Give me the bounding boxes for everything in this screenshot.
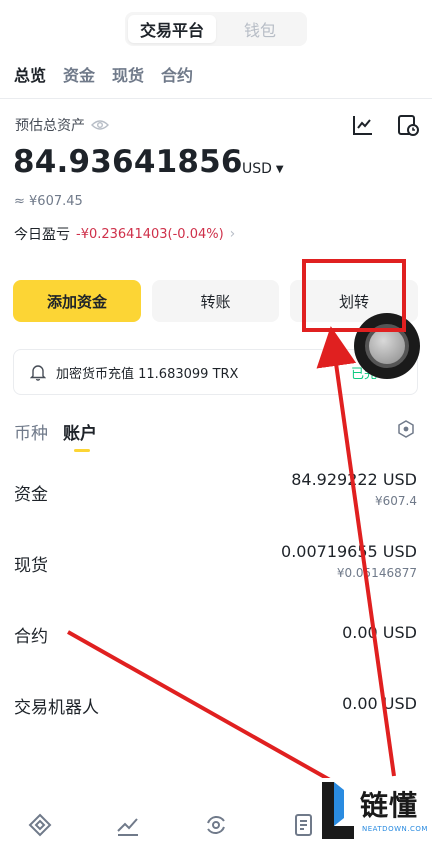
subnav-overview[interactable]: 总览 bbox=[14, 62, 46, 86]
estimated-balance-label: 预估总资产 bbox=[15, 115, 109, 135]
home-diamond-icon[interactable] bbox=[27, 812, 53, 838]
account-row-funding[interactable]: 资金 84.929222 USD ¥607.4 bbox=[0, 470, 432, 520]
tab-coins[interactable]: 币种 bbox=[14, 419, 48, 444]
bell-icon bbox=[30, 364, 46, 381]
asset-tabs: 币种 账户 bbox=[14, 419, 97, 452]
highlight-box bbox=[302, 259, 406, 332]
estimated-label-text: 预估总资产 bbox=[15, 118, 85, 134]
account-sub: ¥607.4 bbox=[375, 494, 417, 508]
account-amount: 0.00719655 USD bbox=[281, 542, 417, 561]
tab-trading-platform[interactable]: 交易平台 bbox=[128, 15, 216, 43]
account-amount: 84.929222 USD bbox=[291, 470, 417, 489]
today-pnl[interactable]: 今日盈亏 -¥0.23641403(-0.04%) › bbox=[14, 224, 235, 244]
watermark-sub: NEATDOWN.COM bbox=[362, 825, 428, 833]
subnav-funding[interactable]: 资金 bbox=[63, 62, 95, 86]
account-name: 现货 bbox=[14, 556, 48, 576]
wallet-subnav: 总览 资金 现货 合约 bbox=[14, 62, 193, 86]
currency-label: USD bbox=[242, 161, 272, 177]
account-amount: 0.00 USD bbox=[342, 623, 417, 642]
account-row-spot[interactable]: 现货 0.00719655 USD ¥0.05146877 bbox=[0, 542, 432, 592]
chevron-right-icon: › bbox=[229, 226, 236, 242]
cny-equivalent: ≈ ¥607.45 bbox=[14, 194, 83, 209]
tab-accounts[interactable]: 账户 bbox=[63, 419, 97, 452]
chart-icon[interactable] bbox=[351, 113, 375, 137]
account-row-trading-bots[interactable]: 交易机器人 0.00 USD bbox=[0, 693, 432, 723]
transfer-button[interactable]: 转账 bbox=[152, 280, 279, 322]
account-row-futures[interactable]: 合约 0.00 USD bbox=[0, 622, 432, 652]
markets-icon[interactable] bbox=[115, 812, 141, 838]
watermark-logo: 链懂 NEATDOWN.COM bbox=[318, 778, 432, 843]
watermark-title: 链懂 bbox=[360, 789, 419, 822]
history-icon[interactable] bbox=[396, 113, 420, 137]
caret-down-icon: ▼ bbox=[275, 163, 284, 175]
eye-icon[interactable] bbox=[91, 119, 109, 131]
currency-selector[interactable]: USD ▼ bbox=[242, 161, 284, 177]
account-sub: ¥0.05146877 bbox=[336, 566, 417, 580]
tab-wallet[interactable]: 钱包 bbox=[216, 15, 304, 43]
trade-icon[interactable] bbox=[203, 812, 229, 838]
subnav-futures[interactable]: 合约 bbox=[161, 62, 193, 86]
subnav-spot[interactable]: 现货 bbox=[112, 62, 144, 86]
platform-switch: 交易平台 钱包 bbox=[125, 12, 307, 46]
account-amount: 0.00 USD bbox=[342, 694, 417, 713]
pnl-value: -¥0.23641403(-0.04%) bbox=[76, 226, 224, 242]
settings-hex-icon[interactable] bbox=[396, 419, 416, 439]
add-funds-button[interactable]: 添加资金 bbox=[13, 280, 141, 322]
orders-icon[interactable] bbox=[291, 812, 317, 838]
account-name: 交易机器人 bbox=[14, 698, 99, 718]
total-balance: 84.93641856 bbox=[13, 144, 243, 180]
notice-text: 加密货币充值 11.683099 TRX bbox=[56, 366, 239, 382]
divider bbox=[0, 98, 432, 99]
account-name: 合约 bbox=[14, 627, 48, 647]
account-name: 资金 bbox=[14, 485, 48, 505]
pnl-label: 今日盈亏 bbox=[14, 227, 70, 243]
logo-l-icon bbox=[322, 782, 354, 839]
